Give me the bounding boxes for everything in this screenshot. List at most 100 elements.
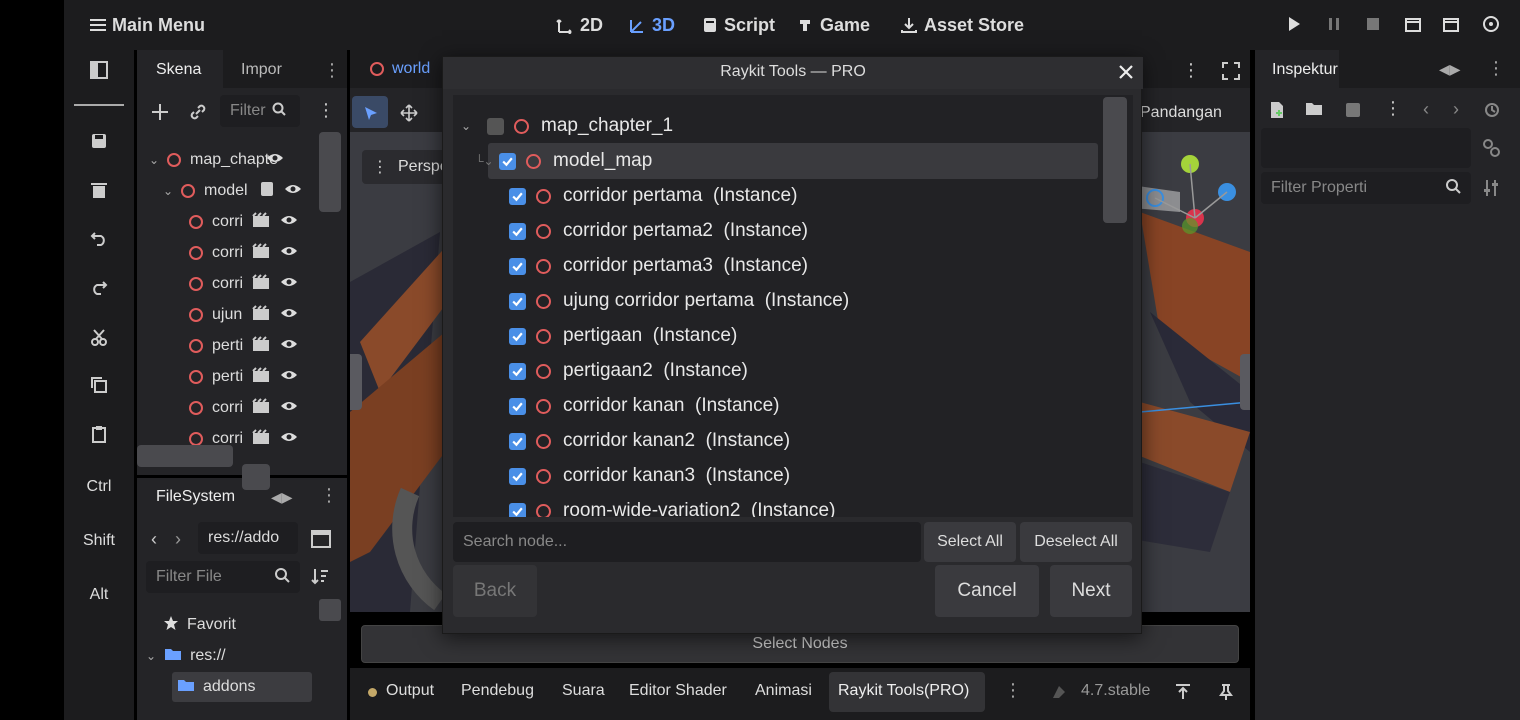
scene-node-row[interactable]: perti <box>189 332 298 360</box>
object-field[interactable] <box>1261 128 1471 168</box>
list-item[interactable]: addons <box>177 673 256 701</box>
expand-panel-icon[interactable] <box>1174 683 1192 706</box>
tab-import[interactable]: Impor <box>241 61 282 79</box>
fs-path-input[interactable]: res://addo <box>198 522 298 554</box>
tab-animation[interactable]: Animasi <box>755 682 812 700</box>
cancel-button[interactable]: Cancel <box>935 565 1039 617</box>
history-icon[interactable] <box>1483 101 1501 124</box>
scene-node-row[interactable]: ujun <box>189 301 298 329</box>
scene-node-row[interactable]: corri <box>189 208 298 236</box>
movie-maker-icon[interactable] <box>1482 15 1500 33</box>
eye-icon[interactable] <box>280 399 298 417</box>
move-icon[interactable] <box>400 104 418 127</box>
instance-icon[interactable] <box>252 211 270 233</box>
chevron-left-icon[interactable]: ‹ <box>151 529 157 550</box>
node-row-model[interactable]: └⌄ model_map <box>475 145 652 177</box>
node-row-item[interactable]: corridor kanan3 (Instance) <box>509 460 790 492</box>
scene-options-icon[interactable]: ⋮ <box>317 100 335 121</box>
fs-scrollbar[interactable] <box>319 599 341 621</box>
close-icon[interactable] <box>1117 63 1135 86</box>
delete-icon[interactable] <box>84 175 114 205</box>
fs-drag-handle[interactable] <box>242 464 270 490</box>
search-node-input[interactable]: Search node... <box>453 522 921 562</box>
tab-script[interactable]: Script <box>702 14 775 36</box>
eye-icon[interactable] <box>280 430 298 448</box>
node-row-item[interactable]: pertigaan2 (Instance) <box>509 355 748 387</box>
fs-menu-icon[interactable]: ⋮ <box>320 485 338 506</box>
pin-icon[interactable] <box>1218 683 1234 706</box>
perspective-menu[interactable]: ⋮ Perspe <box>362 150 452 184</box>
eye-icon[interactable] <box>280 275 298 293</box>
new-resource-icon[interactable] <box>1268 101 1286 124</box>
ctrl-key[interactable]: Ctrl <box>64 478 134 496</box>
node-list-scrollbar[interactable] <box>1103 97 1127 223</box>
node-row-item[interactable]: room-wide-variation2 (Instance) <box>509 495 835 517</box>
checkbox[interactable] <box>509 432 526 450</box>
play-scene-icon[interactable] <box>1404 15 1422 33</box>
node-row-item[interactable]: corridor pertama (Instance) <box>509 180 797 212</box>
tab-2d[interactable]: 2D <box>556 14 603 36</box>
instance-icon[interactable] <box>252 273 270 295</box>
list-item[interactable]: ⌄ res:// <box>146 642 226 670</box>
tab-output[interactable]: Output <box>386 682 434 700</box>
scene-node-row[interactable]: corri <box>189 239 298 267</box>
fs-prev-icon[interactable]: ◀▶ <box>271 489 293 506</box>
scene-hscrollbar[interactable] <box>137 445 233 467</box>
view-menu[interactable]: Pandangan <box>1140 104 1222 122</box>
undo-icon[interactable] <box>84 223 114 253</box>
eye-icon[interactable] <box>266 151 284 169</box>
tab-shader-editor[interactable]: Editor Shader <box>629 682 727 700</box>
viewport-left-handle[interactable] <box>350 354 362 410</box>
list-item[interactable]: Favorit <box>163 611 236 639</box>
tab-world[interactable]: world <box>370 55 430 83</box>
fullscreen-icon[interactable] <box>1222 62 1240 85</box>
checkbox[interactable] <box>509 327 526 345</box>
scene-scrollbar[interactable] <box>319 132 341 212</box>
checkbox[interactable] <box>509 187 526 205</box>
deselect-all-button[interactable]: Deselect All <box>1020 522 1132 562</box>
node-row-item[interactable]: corridor kanan2 (Instance) <box>509 425 790 457</box>
stop-icon[interactable] <box>1365 15 1381 33</box>
play-icon[interactable] <box>1286 15 1302 33</box>
cut-icon[interactable] <box>84 322 114 352</box>
eye-icon[interactable] <box>280 337 298 355</box>
node-row-item[interactable]: corridor kanan (Instance) <box>509 390 780 422</box>
scene-node-row[interactable]: ⌄ map_chapte <box>149 146 284 174</box>
redo-icon[interactable] <box>84 272 114 302</box>
tab-raykit[interactable]: Raykit Tools(PRO) <box>838 682 969 700</box>
property-tools-icon[interactable] <box>1483 179 1501 202</box>
instance-icon[interactable] <box>252 397 270 419</box>
scene-node-row[interactable]: corri <box>189 270 298 298</box>
options-icon[interactable]: ⋮ <box>1384 98 1402 119</box>
scene-filter-input[interactable]: Filter <box>220 95 300 127</box>
checkbox[interactable] <box>509 257 526 275</box>
sort-icon[interactable] <box>311 567 329 590</box>
select-all-button[interactable]: Select All <box>924 522 1016 562</box>
tab-3d[interactable]: 3D <box>628 14 675 36</box>
viewport-menu-icon[interactable]: ⋮ <box>1182 60 1200 81</box>
copy-icon[interactable] <box>84 370 114 400</box>
scene-node-row[interactable]: ⌄ model <box>163 177 302 205</box>
split-view-icon[interactable] <box>311 530 331 553</box>
checkbox[interactable] <box>499 152 516 170</box>
bottom-menu-icon[interactable]: ⋮ <box>1004 680 1022 701</box>
save-icon[interactable] <box>1344 101 1362 124</box>
history-forward-icon[interactable]: › <box>1453 99 1459 120</box>
checkbox[interactable] <box>509 292 526 310</box>
eye-icon[interactable] <box>280 244 298 262</box>
object-settings-icon[interactable] <box>1481 138 1501 163</box>
save-icon[interactable] <box>84 126 114 156</box>
back-button[interactable]: Back <box>453 565 537 617</box>
checkbox[interactable] <box>509 467 526 485</box>
eye-icon[interactable] <box>280 213 298 231</box>
link-icon[interactable] <box>189 103 207 126</box>
eye-icon[interactable] <box>284 182 302 200</box>
scene-menu-icon[interactable]: ⋮ <box>323 60 341 81</box>
script-icon[interactable] <box>260 181 274 202</box>
shift-key[interactable]: Shift <box>64 532 134 550</box>
next-button[interactable]: Next <box>1050 565 1132 617</box>
node-row-item[interactable]: corridor pertama2 (Instance) <box>509 215 808 247</box>
tab-audio[interactable]: Suara <box>562 682 605 700</box>
instance-icon[interactable] <box>252 428 270 450</box>
node-row-item[interactable]: corridor pertama3 (Instance) <box>509 250 808 282</box>
